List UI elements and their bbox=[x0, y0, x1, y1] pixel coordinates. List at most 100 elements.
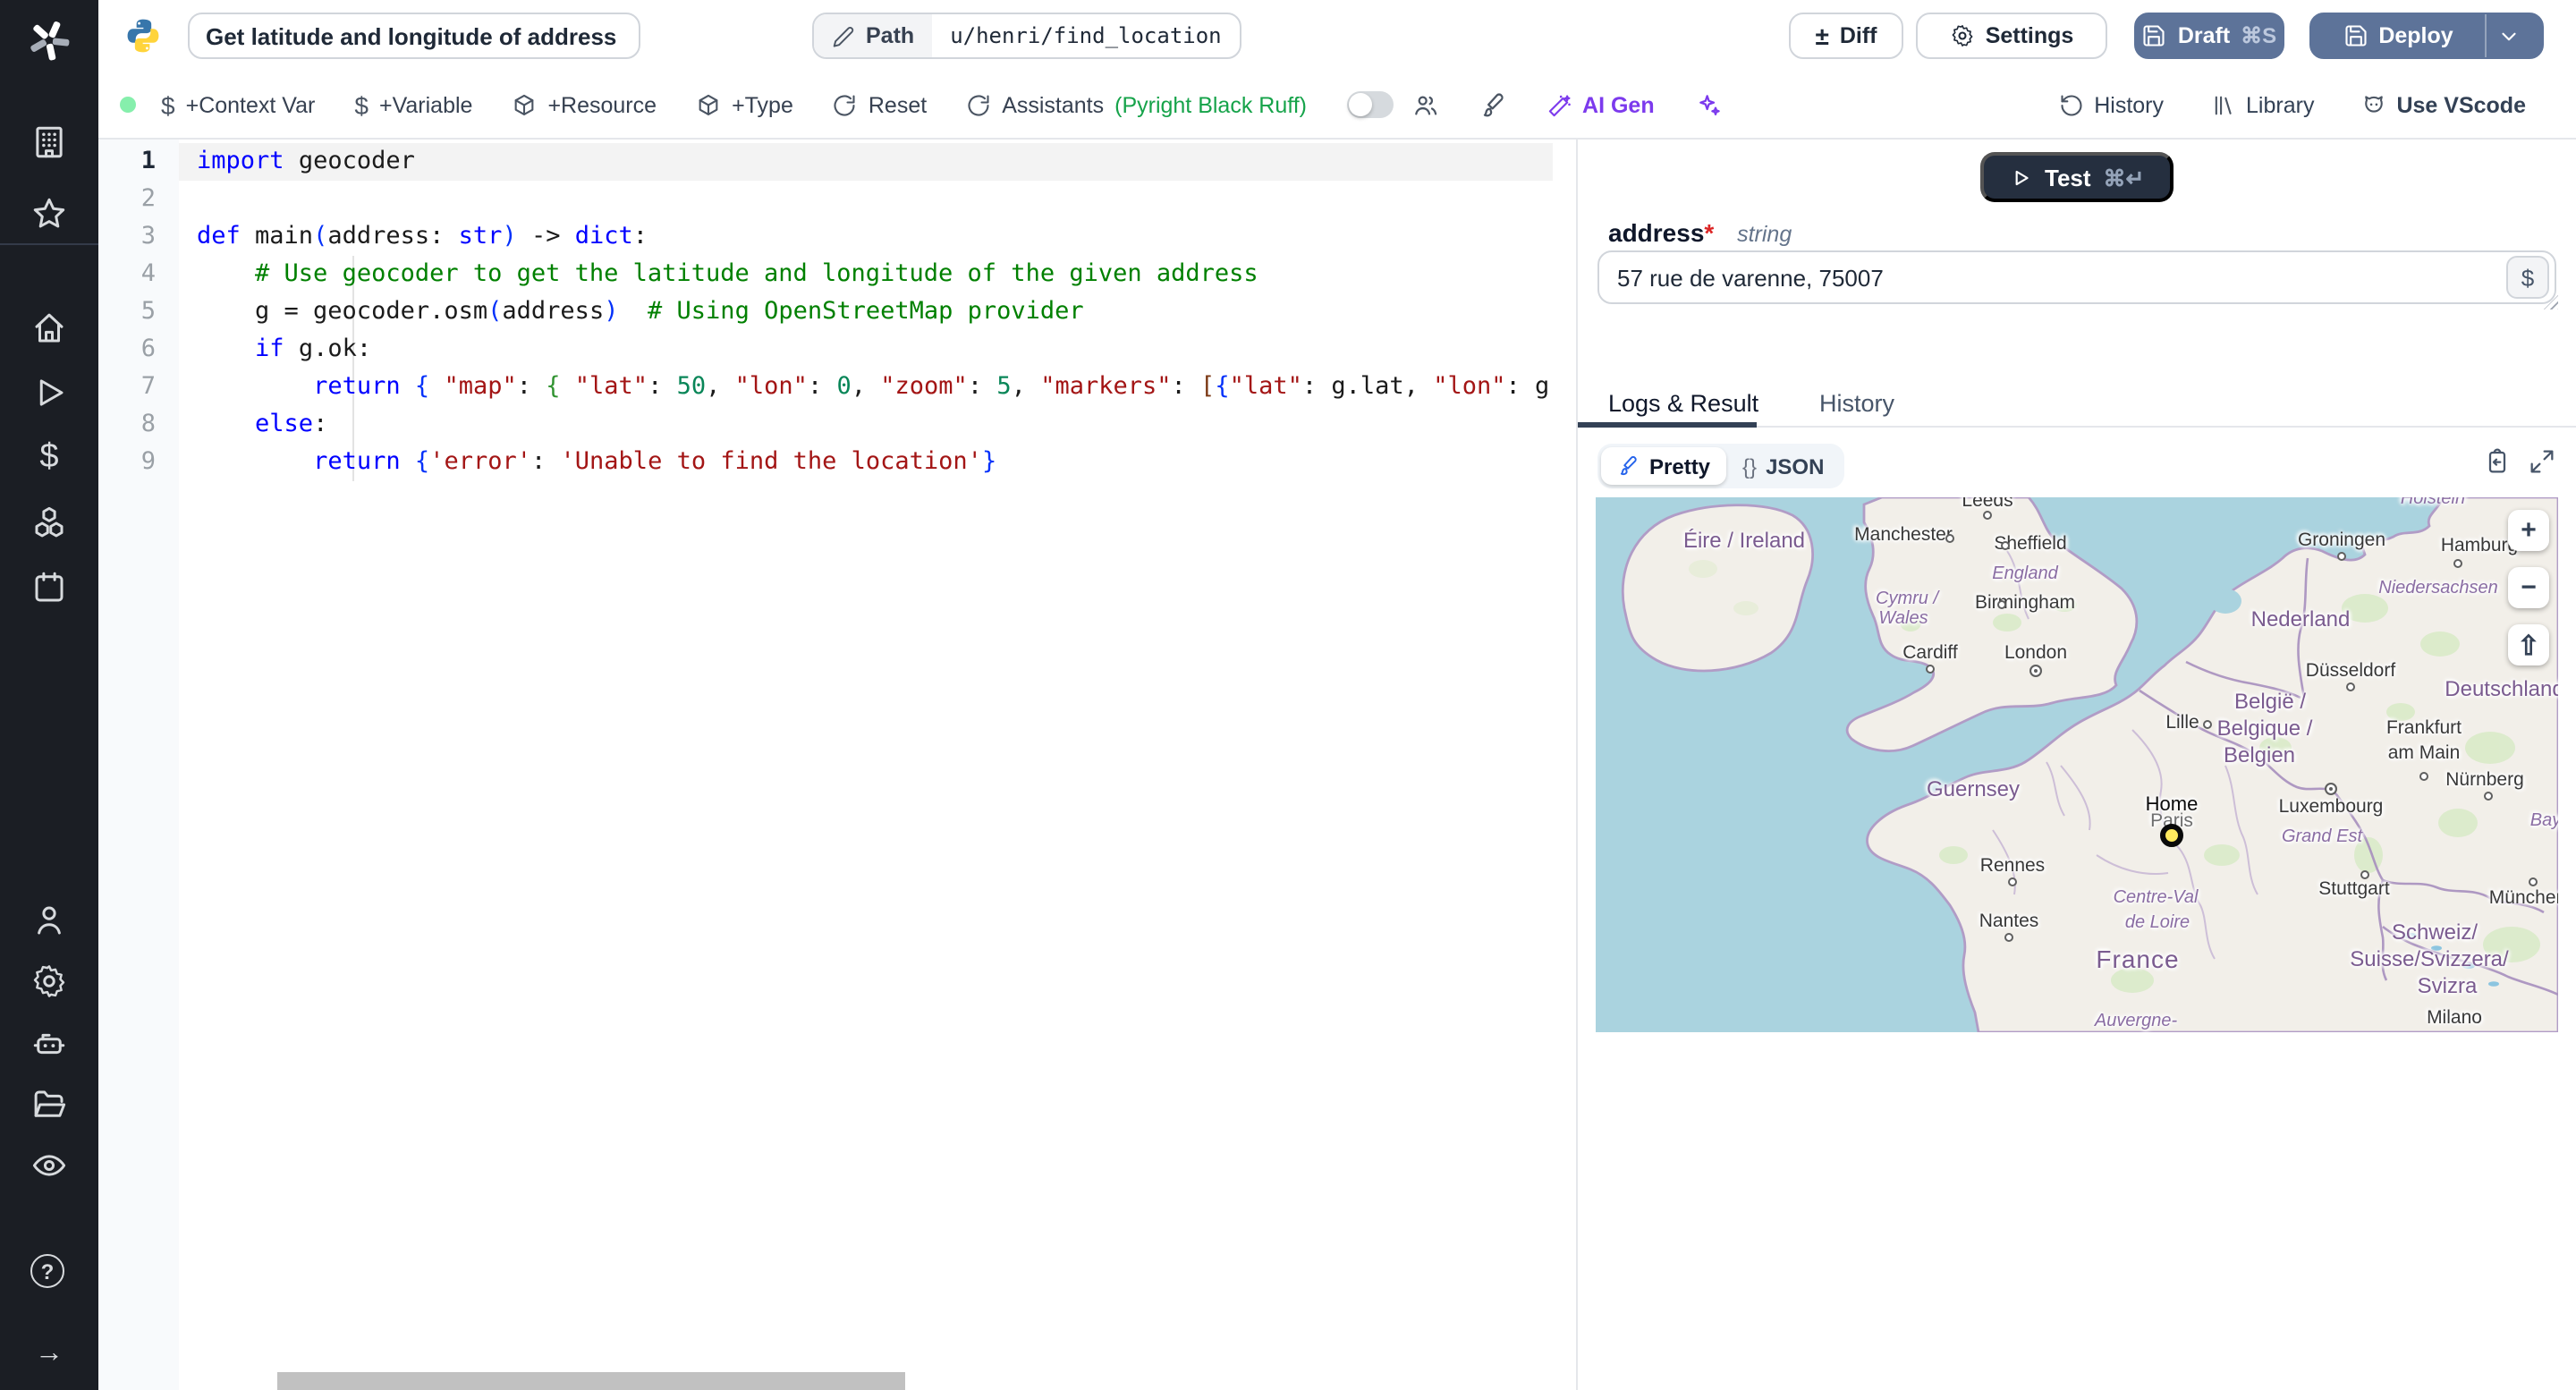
map-controls: + − ⇧ bbox=[2508, 510, 2549, 665]
city-dot bbox=[1926, 665, 1935, 674]
runs-play-icon[interactable] bbox=[30, 374, 68, 411]
multiplayer-toggle[interactable] bbox=[1346, 91, 1394, 118]
code-line[interactable]: 1 import geocoder bbox=[98, 143, 1553, 181]
folders-icon[interactable] bbox=[30, 1086, 68, 1123]
line-number[interactable]: 7 bbox=[98, 369, 179, 406]
zoom-in-button[interactable]: + bbox=[2508, 510, 2549, 551]
play-icon bbox=[2015, 169, 2029, 185]
test-button[interactable]: Test ⌘↵ bbox=[1980, 152, 2174, 202]
clipboard-icon bbox=[2488, 448, 2506, 473]
add-resource-button[interactable]: +Resource bbox=[512, 92, 657, 117]
schedules-calendar-icon[interactable] bbox=[30, 569, 68, 606]
path-field[interactable]: Path u/henri/find_location bbox=[812, 13, 1241, 59]
settings-button[interactable]: Settings bbox=[1916, 13, 2107, 59]
assistants-detail: (Pyright Black Ruff) bbox=[1114, 92, 1308, 117]
city-dot bbox=[2346, 682, 2355, 691]
code-line[interactable]: 8 else: bbox=[98, 406, 1553, 444]
users-icon[interactable] bbox=[1411, 90, 1439, 119]
add-variable-button[interactable]: $ +Variable bbox=[354, 90, 472, 119]
argument-input-wrap: $ bbox=[1597, 250, 2558, 309]
city-dot bbox=[2008, 877, 2017, 886]
argument-label: address* string bbox=[1608, 218, 1792, 247]
braces-icon: {} bbox=[1742, 453, 1758, 479]
home-icon[interactable] bbox=[30, 309, 68, 347]
code-line[interactable]: 2 bbox=[98, 181, 1553, 218]
code-text: import geocoder bbox=[197, 147, 415, 175]
python-icon bbox=[123, 16, 163, 55]
history-button[interactable]: History bbox=[2058, 92, 2164, 117]
windmill-logo[interactable] bbox=[25, 16, 73, 64]
add-type-button[interactable]: +Type bbox=[696, 92, 793, 117]
code-line[interactable]: 3 def main(address: str) -> dict: bbox=[98, 218, 1553, 256]
wand-icon bbox=[1547, 94, 1570, 116]
resources-boxes-icon[interactable] bbox=[30, 504, 68, 542]
line-number[interactable]: 4 bbox=[98, 256, 179, 293]
horizontal-scrollbar[interactable] bbox=[277, 1372, 905, 1390]
format-brush-icon[interactable] bbox=[1479, 90, 1507, 119]
code-line[interactable]: 9 return {'error': 'Unable to find the l… bbox=[98, 444, 1553, 481]
zoom-out-button[interactable]: − bbox=[2508, 567, 2549, 608]
code-line[interactable]: 7 return { "map": { "lat": 50, "lon": 0,… bbox=[98, 369, 1553, 406]
line-number[interactable]: 2 bbox=[98, 181, 179, 218]
script-title-input[interactable] bbox=[188, 13, 640, 59]
library-icon bbox=[2214, 95, 2231, 114]
audit-eye-icon[interactable] bbox=[30, 1147, 68, 1184]
code-line[interactable]: 6 if g.ok: bbox=[98, 331, 1553, 369]
code-editor[interactable]: 1 import geocoder 2 3 def main(address: str)… bbox=[98, 140, 1553, 1390]
tab-history[interactable]: History bbox=[1819, 379, 1894, 428]
line-number[interactable]: 3 bbox=[98, 218, 179, 256]
tab-logs-result[interactable]: Logs & Result bbox=[1608, 379, 1758, 428]
workspace-building-icon[interactable] bbox=[30, 123, 68, 161]
favorites-star-icon[interactable] bbox=[30, 195, 68, 233]
line-number[interactable]: 9 bbox=[98, 444, 179, 481]
code-text: return {'error': 'Unable to find the loc… bbox=[313, 447, 997, 476]
chevron-down-icon bbox=[2503, 31, 2517, 40]
add-context-var-button[interactable]: $ +Context Var bbox=[161, 90, 315, 119]
draft-button[interactable]: Draft ⌘S bbox=[2134, 13, 2284, 59]
code-text: else: bbox=[255, 410, 328, 438]
line-number[interactable]: 5 bbox=[98, 293, 179, 331]
city-dot bbox=[2203, 720, 2212, 729]
city-dot bbox=[2360, 870, 2369, 879]
code-line[interactable]: 4 # Use geocoder to get the latitude and… bbox=[98, 256, 1553, 293]
insert-variable-button[interactable]: $ bbox=[2506, 256, 2549, 299]
app-sidebar: $ ? → bbox=[0, 0, 98, 1390]
json-view-button[interactable]: {} JSON bbox=[1726, 447, 1840, 485]
pretty-view-button[interactable]: Pretty bbox=[1601, 447, 1727, 485]
line-number[interactable]: 6 bbox=[98, 331, 179, 369]
expand-result-button[interactable] bbox=[2528, 447, 2556, 476]
code-lines[interactable]: 1 import geocoder 2 3 def main(address: str)… bbox=[98, 143, 1553, 481]
copy-result-button[interactable] bbox=[2483, 447, 2512, 476]
deploy-button[interactable]: Deploy bbox=[2309, 13, 2544, 59]
city-dot bbox=[2337, 552, 2346, 561]
help-icon[interactable]: ? bbox=[30, 1254, 68, 1292]
use-vscode-button[interactable]: Use VScode bbox=[2360, 92, 2526, 117]
active-tab-underline bbox=[1578, 422, 1757, 428]
library-button[interactable]: Library bbox=[2210, 92, 2314, 117]
user-icon[interactable] bbox=[30, 902, 68, 939]
result-view-row: Pretty {} JSON bbox=[1597, 444, 2556, 488]
assistants-button[interactable]: Assistants (Pyright Black Ruff) bbox=[966, 92, 1307, 117]
reset-button[interactable]: Reset bbox=[833, 92, 927, 117]
ai-gen-button[interactable]: AI Gen bbox=[1546, 92, 1655, 117]
address-input[interactable] bbox=[1597, 250, 2556, 304]
workers-robot-icon[interactable] bbox=[30, 1025, 68, 1063]
expand-arrow-icon[interactable]: → bbox=[30, 1335, 68, 1372]
line-number[interactable]: 8 bbox=[98, 406, 179, 444]
city-dot bbox=[2484, 792, 2493, 801]
variables-dollar-icon[interactable]: $ bbox=[30, 438, 68, 476]
code-line[interactable]: 5 g = geocoder.osm(address) # Using Open… bbox=[98, 293, 1553, 331]
save-icon bbox=[2144, 25, 2165, 47]
diff-button[interactable]: ± Diff bbox=[1789, 13, 1903, 59]
sparkles-icon[interactable] bbox=[1694, 90, 1723, 119]
settings-gear-icon[interactable] bbox=[30, 962, 68, 1000]
refresh-icon bbox=[968, 94, 989, 115]
city-dot bbox=[2325, 783, 2337, 795]
deploy-dropdown-button[interactable] bbox=[2485, 14, 2532, 57]
up-arrow-button[interactable]: ⇧ bbox=[2508, 624, 2549, 665]
line-number[interactable]: 1 bbox=[98, 143, 179, 181]
result-map[interactable]: Éire / Ireland Leeds Manchester Sheffield En… bbox=[1596, 497, 2558, 1032]
home-marker[interactable] bbox=[2160, 824, 2183, 847]
path-label: Path bbox=[866, 23, 915, 48]
